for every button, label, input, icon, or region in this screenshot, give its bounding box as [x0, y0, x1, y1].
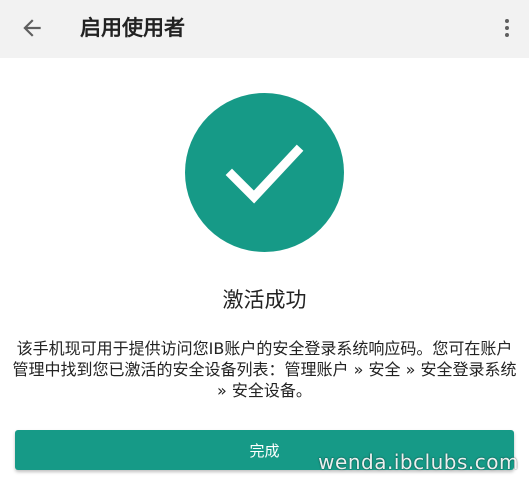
back-button[interactable]	[16, 12, 48, 44]
overflow-menu-button[interactable]	[495, 12, 519, 44]
app-bar: 启用使用者	[0, 0, 529, 58]
success-badge	[185, 93, 344, 252]
success-title: 激活成功	[222, 288, 307, 312]
arrow-left-icon	[23, 19, 41, 37]
more-vertical-icon	[505, 19, 509, 37]
done-button[interactable]: 完成	[15, 430, 514, 470]
success-description: 该手机现可用于提供访问您IB账户的安全登录系统响应码。您可在账户管理中找到您已激…	[12, 339, 517, 400]
checkmark-icon	[225, 144, 304, 204]
page-title: 启用使用者	[80, 16, 185, 40]
